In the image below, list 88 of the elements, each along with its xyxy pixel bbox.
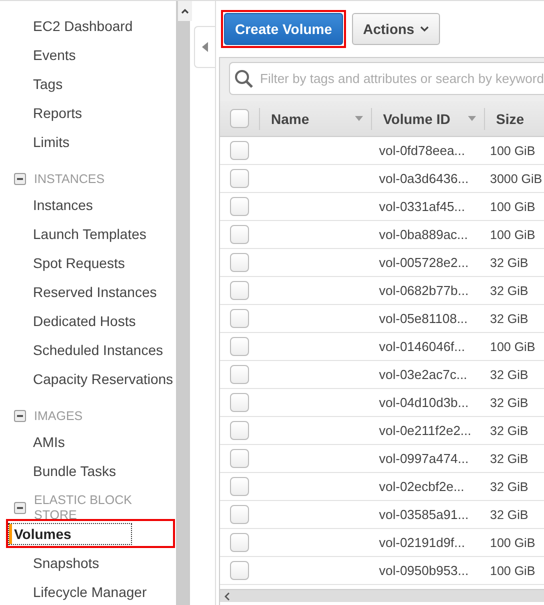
sort-icon[interactable] — [468, 116, 476, 121]
nav-item[interactable]: Events — [33, 46, 76, 62]
table-cell: vol-03e2ac7c... — [379, 367, 468, 382]
table-cell: 32 GiB — [490, 396, 528, 410]
nav-item[interactable]: Capacity Reservations — [33, 370, 174, 386]
select-all-checkbox[interactable] — [230, 109, 249, 128]
row-checkbox[interactable] — [230, 449, 249, 468]
nav-item[interactable]: Reserved Instances — [33, 284, 157, 300]
row-checkbox[interactable] — [230, 197, 249, 216]
table-cell: 32 GiB — [490, 508, 528, 522]
actions-button[interactable]: Actions — [352, 13, 440, 45]
collapse-toggle-icon[interactable] — [14, 502, 26, 514]
table-cell: vol-0950b953... — [379, 563, 469, 578]
horizontal-scrollbar[interactable] — [220, 589, 544, 602]
table-cell: 32 GiB — [490, 480, 528, 494]
row-checkbox[interactable] — [230, 253, 249, 272]
section-heading: INSTANCES — [34, 172, 106, 186]
nav-item[interactable]: EC2 Dashboard — [33, 18, 133, 34]
table-cell: 100 GiB — [490, 200, 536, 214]
nav-item[interactable]: AMIs — [33, 434, 65, 450]
nav-item[interactable]: Launch Templates — [33, 226, 146, 242]
section-heading: ELASTIC BLOCK STORE — [34, 493, 133, 523]
table-cell: 100 GiB — [490, 340, 536, 354]
row-checkbox[interactable] — [230, 393, 249, 412]
table-cell: vol-02191d9f... — [379, 535, 466, 550]
row-checkbox[interactable] — [230, 309, 249, 328]
nav-item[interactable]: Limits — [33, 134, 70, 150]
column-header[interactable]: Name — [271, 110, 310, 126]
row-checkbox[interactable] — [230, 337, 249, 356]
table-cell: 100 GiB — [490, 228, 536, 242]
table-cell: vol-02ecbf2e... — [379, 479, 464, 494]
search-icon — [234, 69, 254, 89]
column-header[interactable]: Size — [496, 110, 524, 126]
table-cell: 32 GiB — [490, 284, 528, 298]
create-volume-button[interactable]: Create Volume — [224, 13, 343, 45]
table-cell: 32 GiB — [490, 368, 528, 382]
nav-item[interactable]: Tags — [33, 76, 63, 92]
table-cell: 3000 GiB — [490, 172, 542, 186]
row-checkbox[interactable] — [230, 169, 249, 188]
search-field[interactable]: Filter by tags and attributes or search by keyword — [229, 62, 544, 95]
table-cell: vol-0fd78eea... — [379, 143, 466, 158]
section-heading: IMAGES — [34, 408, 84, 424]
table-cell: vol-0ba889ac... — [379, 227, 468, 242]
table-cell: 32 GiB — [490, 424, 528, 438]
table-cell: vol-03585a91... — [379, 507, 469, 522]
nav-item[interactable]: Snapshots — [33, 554, 100, 570]
nav-item[interactable]: Bundle Tasks — [33, 462, 116, 478]
nav-item[interactable]: Reports — [33, 104, 82, 120]
row-checkbox[interactable] — [230, 561, 249, 580]
row-checkbox[interactable] — [230, 141, 249, 160]
collapse-toggle-icon[interactable] — [14, 173, 26, 185]
row-checkbox[interactable] — [230, 365, 249, 384]
table-cell: vol-0682b77b... — [379, 283, 469, 298]
table-cell: vol-0146046f... — [379, 339, 466, 354]
table-cell: vol-005728e2... — [379, 255, 469, 270]
table-cell: vol-05e81108... — [379, 311, 468, 326]
table-cell: 32 GiB — [490, 452, 528, 466]
nav-item[interactable]: Lifecycle Manager — [33, 584, 147, 600]
sort-icon[interactable] — [355, 116, 363, 121]
table-cell: 32 GiB — [490, 312, 528, 326]
row-checkbox[interactable] — [230, 533, 249, 552]
table-cell: 32 GiB — [490, 256, 528, 270]
nav-item[interactable]: Spot Requests — [33, 254, 125, 270]
table-cell: 100 GiB — [490, 144, 536, 158]
nav-item[interactable]: Instances — [33, 196, 93, 212]
table-cell: vol-0e211f2e2... — [379, 423, 472, 438]
scroll-up-icon[interactable] — [178, 1, 192, 21]
vertical-scrollbar[interactable] — [176, 1, 190, 605]
table-cell: vol-0331af45... — [379, 199, 466, 214]
row-checkbox[interactable] — [230, 421, 249, 440]
row-checkbox[interactable] — [230, 477, 249, 496]
table-cell: vol-0997a474... — [379, 451, 469, 466]
row-checkbox[interactable] — [230, 281, 249, 300]
caret-icon — [420, 26, 430, 32]
collapse-arrow-icon — [202, 42, 208, 52]
table-cell: 100 GiB — [490, 536, 536, 550]
table-cell: vol-04d10d3b... — [379, 395, 469, 410]
nav-item[interactable]: Volumes — [9, 524, 132, 544]
nav-item[interactable]: Scheduled Instances — [33, 342, 163, 358]
nav-item[interactable]: Dedicated Hosts — [33, 312, 136, 328]
column-header[interactable]: Volume ID — [383, 110, 450, 126]
table-cell: 100 GiB — [490, 564, 536, 578]
row-checkbox[interactable] — [230, 225, 249, 244]
row-checkbox[interactable] — [230, 505, 249, 524]
collapse-toggle-icon[interactable] — [14, 410, 26, 422]
table-cell: vol-0a3d6436... — [379, 171, 469, 186]
scroll-left-icon[interactable] — [224, 592, 230, 600]
collapse-tab[interactable] — [194, 26, 215, 68]
